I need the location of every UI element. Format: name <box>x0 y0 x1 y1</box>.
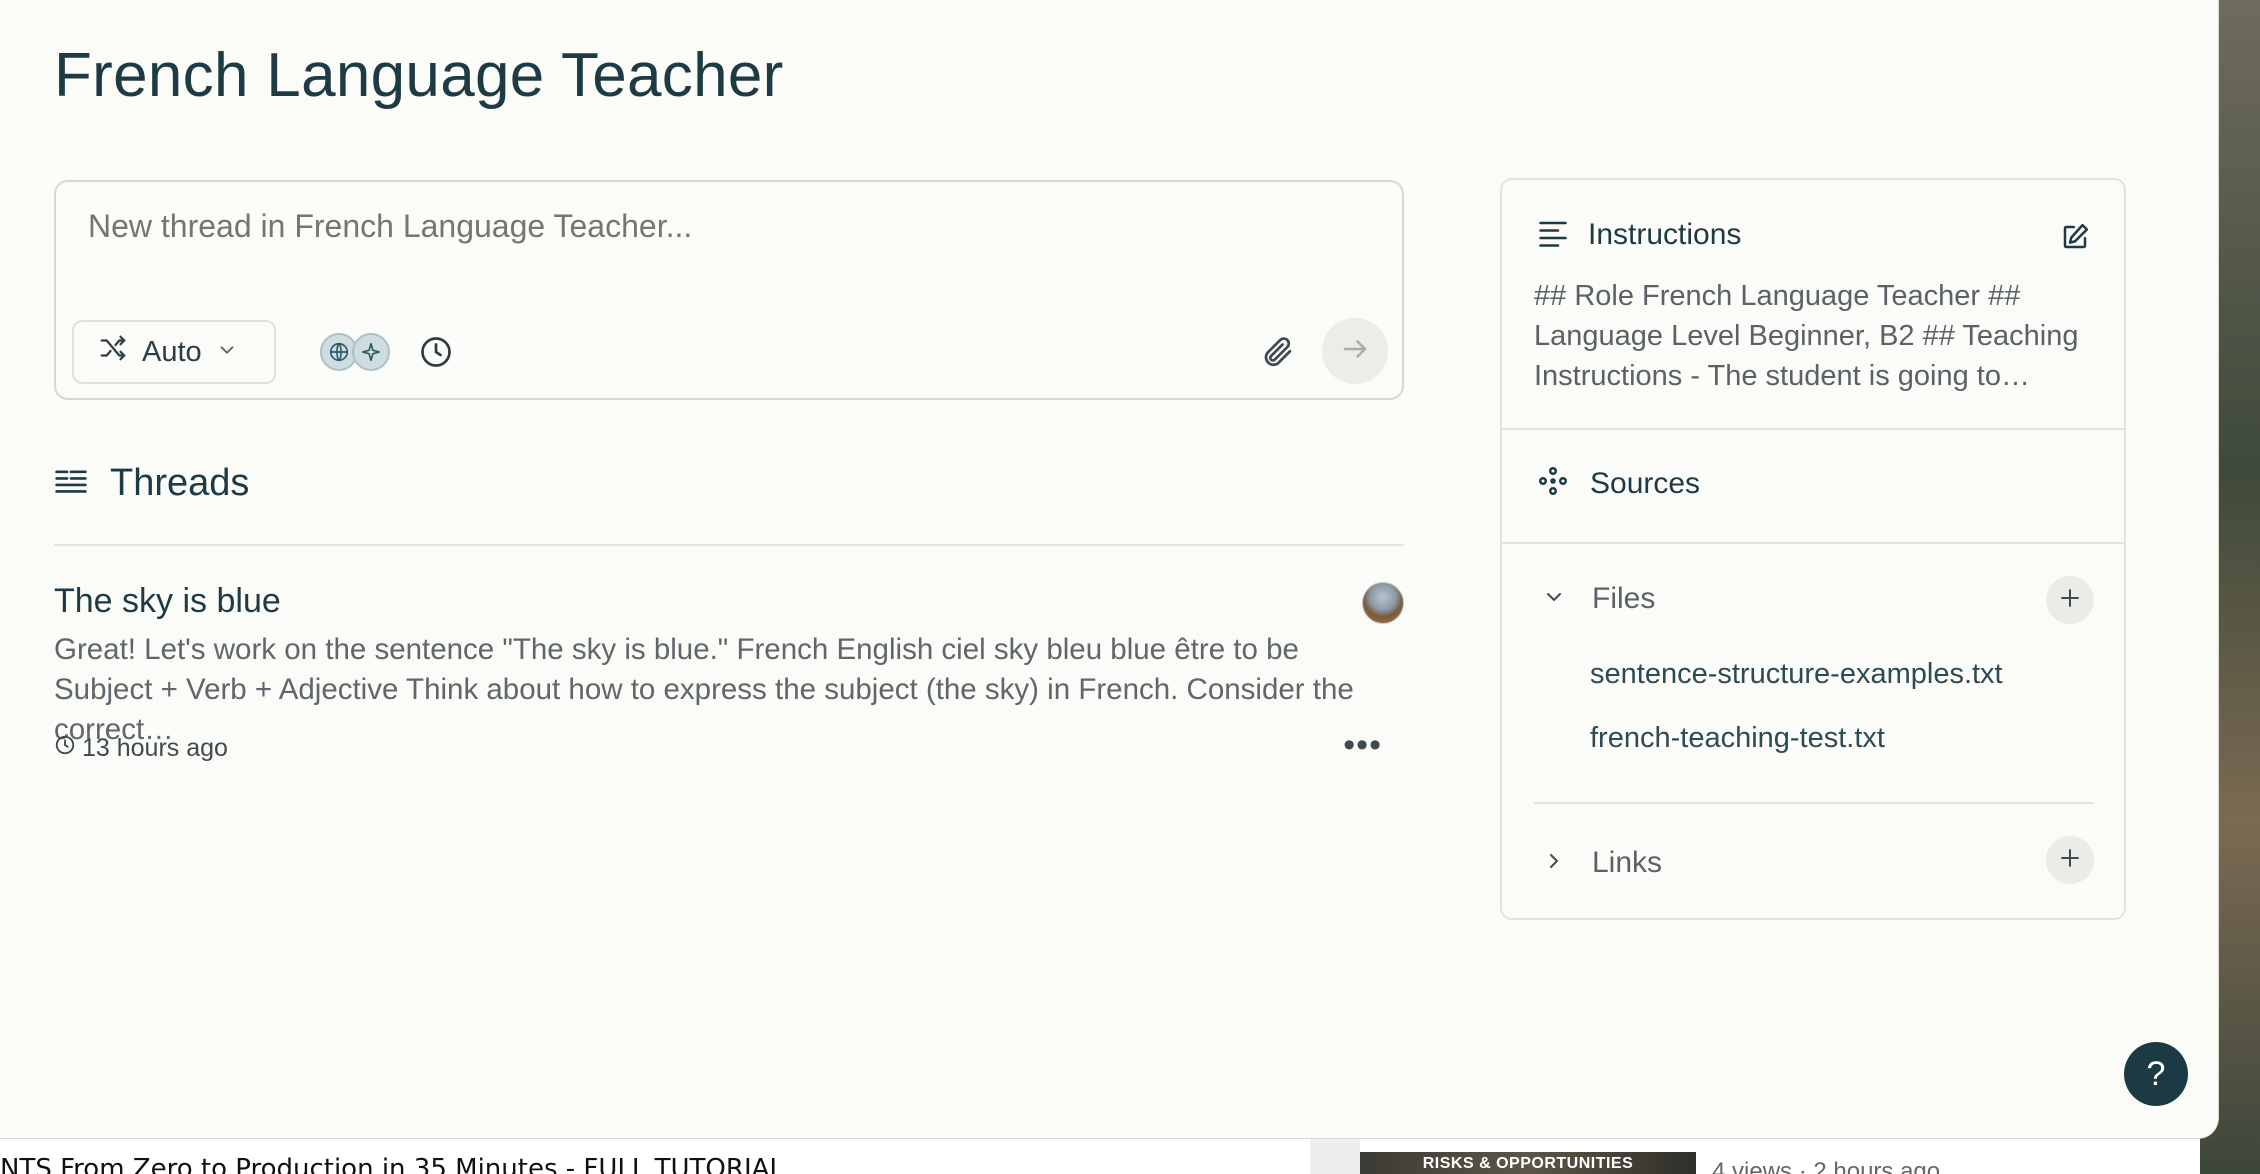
mode-label: Auto <box>142 335 202 368</box>
thread-item[interactable]: The sky is blue Great! Let's work on the… <box>54 580 1404 780</box>
add-link-button[interactable] <box>2046 836 2094 884</box>
plus-icon <box>2058 846 2082 875</box>
edit-icon[interactable] <box>2060 222 2090 252</box>
files-toggle[interactable]: Files <box>1542 582 1655 616</box>
thread-timestamp: 13 hours ago <box>54 734 228 763</box>
thread-preview: Great! Let's work on the sentence "The s… <box>54 633 1354 746</box>
help-button[interactable]: ? <box>2124 1042 2188 1106</box>
space-sidebar-panel: Instructions ## Role French Language Tea… <box>1500 178 2126 920</box>
sources-section: Sources <box>1502 430 2124 544</box>
links-title: Links <box>1592 846 1663 879</box>
thread-title[interactable]: The sky is blue <box>54 582 281 621</box>
mode-select-button[interactable]: Auto <box>72 320 276 384</box>
instructions-section[interactable]: Instructions ## Role French Language Tea… <box>1502 180 2124 430</box>
file-item[interactable]: sentence-structure-examples.txt <box>1590 658 2003 691</box>
threads-header: Threads <box>54 462 249 505</box>
background-window-title: NTS From Zero to Production in 35 Minute… <box>0 1154 784 1174</box>
paperclip-icon[interactable] <box>1260 334 1296 370</box>
thread-time-label: 13 hours ago <box>82 734 228 762</box>
chevron-down-icon <box>216 336 238 369</box>
clock-icon[interactable] <box>418 334 454 370</box>
add-file-button[interactable] <box>2046 576 2094 624</box>
avatar <box>1362 582 1404 624</box>
send-button[interactable] <box>1322 318 1388 384</box>
focus-sources-toggle[interactable] <box>320 332 392 372</box>
threads-divider <box>54 544 1404 546</box>
sources-title: Sources <box>1590 466 1701 500</box>
more-options-icon[interactable]: ••• <box>1343 726 1382 765</box>
background-video-meta: 4 views · 2 hours ago <box>1712 1158 1941 1174</box>
sparkle-icon <box>352 333 390 371</box>
links-toggle[interactable]: Links <box>1542 846 1662 880</box>
sources-header: Sources <box>1538 466 1700 501</box>
thumbnail-label: RISKS & OPPORTUNITIES <box>1422 1155 1634 1172</box>
nodes-icon <box>1538 466 1568 501</box>
files-divider <box>1534 802 2094 804</box>
instructions-text: ## Role French Language Teacher ## Langu… <box>1534 280 2079 392</box>
threads-heading: Threads <box>110 462 250 504</box>
arrow-right-icon <box>1340 334 1370 369</box>
plus-icon <box>2058 586 2082 615</box>
new-thread-input[interactable] <box>88 208 1288 245</box>
page-title: French Language Teacher <box>54 41 784 110</box>
background-video-thumbnail[interactable]: RISKS & OPPORTUNITIES <box>1360 1152 1696 1174</box>
shuffle-icon <box>98 333 128 371</box>
text-lines-icon <box>1538 219 1568 252</box>
new-thread-composer: Auto <box>54 180 1404 400</box>
files-title: Files <box>1592 582 1656 615</box>
instructions-header: Instructions <box>1538 218 1741 252</box>
clock-icon <box>54 734 76 763</box>
chevron-down-icon <box>1542 585 1566 614</box>
instructions-title: Instructions <box>1588 218 1742 251</box>
chevron-right-icon <box>1542 849 1566 878</box>
file-item[interactable]: french-teaching-test.txt <box>1590 722 1885 755</box>
app-window: French Language Teacher Auto <box>0 0 2218 1138</box>
list-icon <box>54 466 88 501</box>
